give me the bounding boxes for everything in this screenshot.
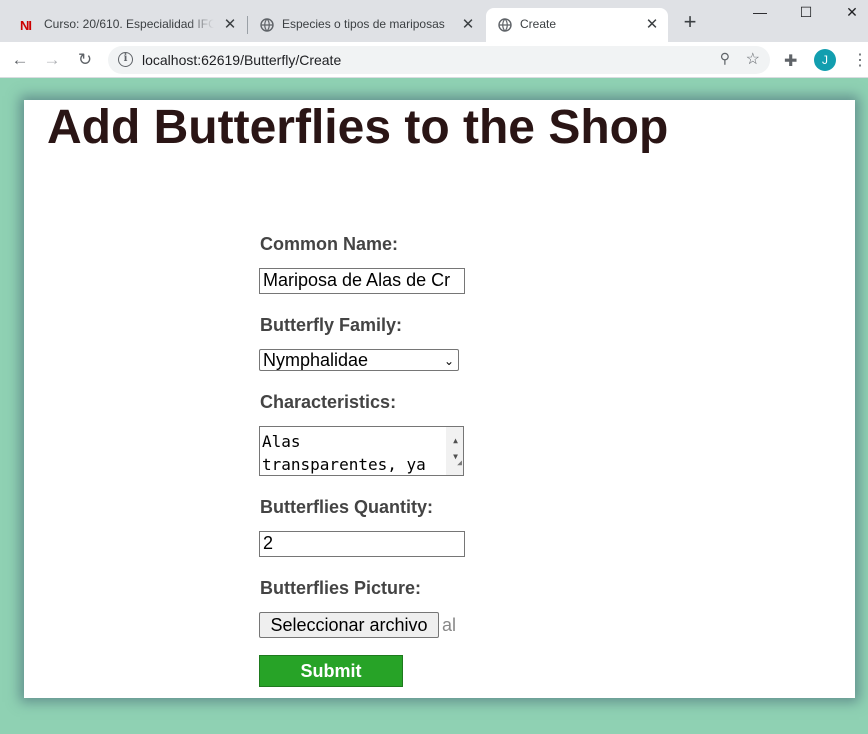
family-selected-value: Nymphalidae xyxy=(263,350,369,370)
maximize-icon[interactable]: ☐ xyxy=(783,4,829,26)
submit-button[interactable]: Submit xyxy=(259,655,403,687)
family-label: Butterfly Family: xyxy=(260,315,403,335)
quantity-input[interactable]: 2 xyxy=(259,531,465,557)
quantity-label: Butterflies Quantity: xyxy=(260,497,434,517)
minimize-icon[interactable]: — xyxy=(737,4,783,26)
picture-label: Butterflies Picture: xyxy=(260,578,422,598)
globe-icon xyxy=(260,18,274,32)
common-name-label: Common Name: xyxy=(260,234,399,254)
common-name-input[interactable]: Mariposa de Alas de Cr xyxy=(259,268,465,294)
avatar[interactable]: J xyxy=(814,49,836,71)
new-tab-plus-icon[interactable]: + xyxy=(680,11,700,33)
tab-curso[interactable]: NI Curso: 20/610. Especialidad IFCD ✕ xyxy=(8,8,246,42)
info-icon[interactable]: i xyxy=(118,52,133,67)
choose-file-button[interactable]: Seleccionar archivo xyxy=(259,612,439,638)
reload-icon[interactable]: ↻ xyxy=(73,48,97,72)
characteristics-label: Characteristics: xyxy=(260,392,397,412)
chevron-down-icon: ⌄ xyxy=(443,354,454,368)
address-bar[interactable]: i localhost:62619/Butterfly/Create ⚲ ☆ xyxy=(108,46,770,74)
site-favicon-icon: NI xyxy=(20,18,32,33)
extensions-puzzle-icon[interactable]: ✚ xyxy=(784,51,797,71)
tab-title: Especies o tipos de mariposas xyxy=(282,17,445,31)
zoom-icon[interactable]: ⚲ xyxy=(720,50,730,67)
close-tab-icon[interactable]: ✕ xyxy=(222,17,238,33)
resize-grip-icon[interactable]: ◢ xyxy=(457,451,462,474)
textarea-line: transparentes, ya xyxy=(262,455,426,474)
close-tab-icon[interactable]: ✕ xyxy=(460,17,476,33)
back-arrow-icon[interactable]: ← xyxy=(8,48,32,72)
family-select[interactable]: Nymphalidae ⌄ xyxy=(259,349,459,371)
characteristics-textarea[interactable]: Alas transparentes, ya ▲ ▼ ◢ xyxy=(259,426,464,476)
bookmark-star-icon[interactable]: ☆ xyxy=(746,49,760,69)
page-title: Add Butterflies to the Shop xyxy=(47,101,669,154)
selected-file-name: al xyxy=(442,615,457,635)
browser-titlebar: NI Curso: 20/610. Especialidad IFCD ✕ Es… xyxy=(0,0,868,42)
page-card: Add Butterflies to the Shop Common Name:… xyxy=(24,100,855,698)
tab-create-active[interactable]: Create ✕ xyxy=(486,8,668,42)
close-tab-icon[interactable]: ✕ xyxy=(644,17,660,33)
url-text[interactable]: localhost:62619/Butterfly/Create xyxy=(142,52,341,68)
browser-toolbar: ← → ↻ i localhost:62619/Butterfly/Create… xyxy=(0,42,868,78)
tab-title: Create xyxy=(520,17,557,31)
forward-arrow-icon[interactable]: → xyxy=(40,48,64,72)
kebab-menu-icon[interactable]: ⋮ xyxy=(852,50,868,70)
close-window-icon[interactable]: ✕ xyxy=(829,4,868,26)
tab-title: Curso: 20/610. Especialidad IFCD xyxy=(44,17,214,31)
globe-icon xyxy=(498,18,512,32)
tab-especies[interactable]: Especies o tipos de mariposas ✕ xyxy=(248,8,484,42)
textarea-line: Alas xyxy=(262,432,301,451)
